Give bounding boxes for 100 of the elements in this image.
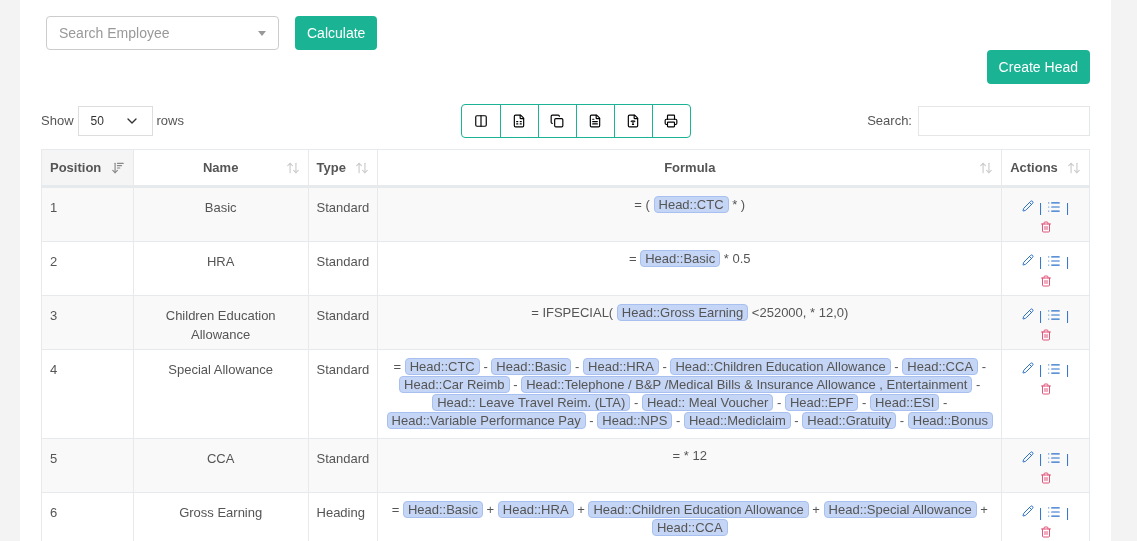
separator: |: [1038, 505, 1043, 521]
column-header[interactable]: Actions: [1001, 150, 1089, 185]
formula-text: = * 12: [672, 448, 707, 463]
formula-token: Head::Bonus: [907, 412, 993, 429]
formula-token: Head::CCA: [902, 358, 979, 375]
formula-token: Head::EPF: [784, 394, 859, 411]
spreadsheet-file-icon: [512, 114, 527, 128]
rows-select[interactable]: 50: [77, 106, 153, 136]
separator: |: [1038, 254, 1043, 270]
formula-text: -: [894, 359, 899, 374]
formula-text: -: [575, 359, 580, 374]
sort-descending-icon: [110, 160, 125, 175]
sort-icon: [979, 160, 994, 175]
formula-text: * 0.5: [723, 251, 751, 266]
formula-token: Head::NPS: [597, 412, 673, 429]
search-label: Search:: [867, 112, 912, 131]
formula-token: Head::Mediclaim: [683, 412, 791, 429]
formula-token: Head::CTC: [404, 358, 480, 375]
list-icon[interactable]: [1047, 308, 1062, 322]
formula-text: -: [675, 413, 681, 428]
list-icon[interactable]: [1047, 200, 1062, 214]
edit-icon[interactable]: [1021, 362, 1034, 374]
formula-text: =: [393, 359, 402, 374]
formula-text: = IFSPECIAL(: [531, 305, 614, 320]
separator: |: [1066, 362, 1070, 378]
table-cell: HRA: [206, 254, 235, 269]
delete-icon[interactable]: [1039, 275, 1052, 287]
delete-icon[interactable]: [1039, 472, 1052, 484]
formula-text: -: [662, 359, 667, 374]
table-cell: Standard: [316, 362, 370, 377]
list-icon[interactable]: [1047, 254, 1062, 268]
table-cell: 4: [50, 362, 58, 377]
formula-text: +: [980, 502, 988, 517]
formula-token: Head::Children Education Allowance: [670, 358, 891, 375]
edit-icon[interactable]: [1021, 451, 1034, 463]
formula-token: Head::HRA: [497, 501, 574, 518]
select-placeholder: Search Employee: [59, 24, 170, 43]
sort-icon: [285, 160, 300, 175]
edit-icon[interactable]: [1021, 200, 1034, 212]
list-icon[interactable]: [1047, 451, 1062, 465]
column-header[interactable]: Formula: [377, 150, 1002, 185]
formula-text: -: [776, 395, 782, 410]
formula-text: * ): [732, 197, 746, 212]
column-header[interactable]: Position: [42, 150, 133, 185]
table-cell: 5: [50, 451, 58, 466]
delete-icon[interactable]: [1039, 526, 1052, 538]
formula-text: =: [628, 251, 637, 266]
formula-token: Head::CCA: [651, 519, 728, 536]
text-file-icon: [588, 114, 603, 128]
formula-token: Head::Car Reimb: [399, 376, 510, 393]
column-header[interactable]: Type: [307, 150, 378, 185]
delete-icon[interactable]: [1039, 329, 1052, 341]
delete-icon[interactable]: [1039, 383, 1052, 395]
separator: |: [1066, 451, 1070, 467]
separator: |: [1066, 505, 1070, 521]
list-icon[interactable]: [1047, 505, 1062, 519]
formula-text: -: [794, 413, 799, 428]
formula-text: -: [899, 413, 905, 428]
formula-token: Head::Variable Performance Pay: [386, 412, 586, 429]
formula-token: Head::Gratuity: [802, 412, 897, 429]
edit-icon[interactable]: [1021, 505, 1034, 517]
list-icon[interactable]: [1047, 362, 1062, 376]
table-cell: CCA: [206, 451, 235, 466]
column-header[interactable]: Name: [132, 150, 308, 185]
table-cell: 1: [50, 200, 58, 215]
search-field[interactable]: [918, 106, 1090, 136]
separator: |: [1066, 308, 1070, 324]
formula-token: Head::Gross Earning: [616, 304, 749, 321]
formula-token: Head::Basic: [491, 358, 572, 375]
table-cell: 2: [50, 254, 58, 269]
formula-text: +: [486, 502, 495, 517]
table-cell: Standard: [316, 308, 370, 323]
separator: |: [1038, 308, 1043, 324]
formula-text: = (: [634, 197, 650, 212]
table-cell: Basic: [204, 200, 237, 215]
table-cell: 6: [50, 505, 58, 520]
columns-icon: [473, 114, 488, 128]
table-cell: 3: [50, 308, 58, 323]
formula-token: Head::Children Education Allowance: [588, 501, 809, 518]
separator: |: [1066, 200, 1070, 216]
formula-text: -: [981, 359, 986, 374]
rows-label: rows: [156, 112, 184, 131]
separator: |: [1038, 451, 1043, 467]
formula-token: Head::Basic: [402, 501, 483, 518]
formula-text: -: [942, 395, 948, 410]
formula-text: <252000, * 12,0): [751, 305, 849, 320]
dropdown-caret-icon: [258, 30, 266, 36]
table-cell: Special Allowance: [168, 362, 274, 377]
separator: |: [1038, 200, 1043, 216]
formula-token: Head::CTC: [653, 196, 729, 213]
formula-text: +: [577, 502, 585, 517]
sort-icon: [1067, 160, 1081, 175]
formula-token: Head::Special Allowance: [823, 501, 977, 518]
edit-icon[interactable]: [1021, 308, 1034, 320]
file-icon: [626, 114, 641, 128]
formula-token: Head::ESI: [870, 394, 940, 411]
edit-icon[interactable]: [1021, 254, 1034, 266]
separator: |: [1066, 254, 1070, 270]
delete-icon[interactable]: [1039, 221, 1052, 233]
sort-icon: [355, 160, 370, 175]
